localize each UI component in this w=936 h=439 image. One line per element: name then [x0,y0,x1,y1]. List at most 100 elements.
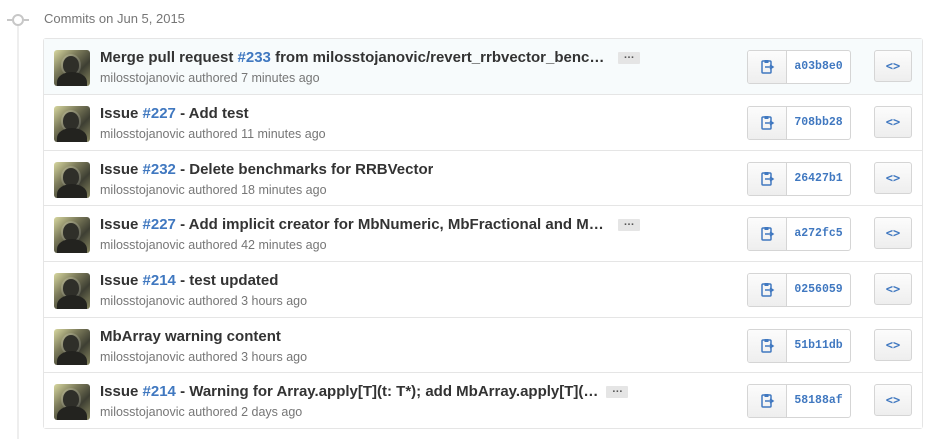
avatar[interactable] [54,50,90,86]
commit-sha-link[interactable]: 58188af [787,385,850,417]
commit-message[interactable]: Issue #227 - Add implicit creator for Mb… [100,216,640,233]
commit-sha-link[interactable]: a272fc5 [787,218,850,250]
browse-files-button[interactable]: <> [874,106,912,138]
commit-author[interactable]: milosstojanovic [100,127,185,141]
avatar-shoulders [57,183,87,198]
code-icon: <> [885,115,901,129]
browse-files-button[interactable]: <> [874,273,912,306]
commit-message[interactable]: Issue #227 - Add test [100,105,249,122]
browse-files-button[interactable]: <> [874,50,912,82]
commit-suffix: - Delete benchmarks for RRBVector [175,160,434,178]
sha-button-group: 0256059 [747,273,851,308]
commit-row: Merge pull request #233 from milosstojan… [44,39,922,94]
issue-link[interactable]: #227 [143,216,176,233]
avatar-shoulders [57,350,87,365]
browse-files-button[interactable]: <> [874,217,912,250]
avatar[interactable] [54,161,90,198]
clipboard-icon [761,60,775,74]
commit-author[interactable]: milosstojanovic [100,183,185,197]
clipboard-icon [761,338,775,353]
sha-button-group: a03b8e0 [747,50,851,84]
commit-sha-link[interactable]: 26427b1 [787,163,850,195]
commit-time: 42 minutes ago [241,238,327,253]
commit-message[interactable]: Issue #214 - test updated [100,272,278,289]
commit-message[interactable]: Issue #214 - Warning for Array.apply[T](… [100,383,629,400]
commit-icon [7,14,29,26]
issue-link[interactable]: #233 [238,49,271,66]
commit-sha-link[interactable]: 51b11db [787,330,850,362]
commit-meta: milosstojanovic authored 3 hours ago [100,350,307,364]
copy-sha-button[interactable] [748,218,787,251]
avatar[interactable] [54,384,90,421]
code-icon: <> [885,170,901,185]
browse-files-button[interactable]: <> [874,328,912,361]
commit-author[interactable]: milosstojanovic [100,238,185,252]
commit-title[interactable]: Issue #214 - test updated [100,272,278,289]
commit-author[interactable]: milosstojanovic [100,405,185,419]
issue-link[interactable]: #214 [143,272,176,289]
commit-meta: milosstojanovic authored 42 minutes ago [100,238,327,252]
commit-row: Issue #232 - Delete benchmarks for RRBVe… [44,149,922,206]
commit-author[interactable]: milosstojanovic [100,350,185,364]
copy-sha-button[interactable] [748,385,787,418]
code-icon: <> [885,393,901,408]
authored-label: authored [184,294,242,309]
issue-link[interactable]: #232 [143,161,176,178]
expand-message-button[interactable]: … [606,383,629,398]
code-icon: <> [885,226,901,241]
commit-time: 3 hours ago [241,349,308,364]
commit-suffix: - Add test [175,105,249,122]
commit-prefix: Issue [100,216,143,234]
avatar[interactable] [54,217,90,254]
commit-meta: milosstojanovic authored 3 hours ago [100,294,307,308]
commit-title[interactable]: Issue #214 - Warning for Array.apply[T](… [100,383,598,400]
copy-sha-button[interactable] [748,51,787,83]
commit-time: 11 minutes ago [241,127,326,141]
authored-label: authored [184,127,242,141]
clipboard-icon [761,171,775,186]
avatar[interactable] [54,328,90,365]
commit-sha-link[interactable]: a03b8e0 [787,51,850,83]
commit-prefix: Issue [100,105,143,122]
code-icon: <> [885,337,901,352]
avatar[interactable] [54,273,90,310]
expand-message-button[interactable]: … [618,216,640,231]
commit-suffix: from milosstojanovic/revert_rrbvector_be… [270,49,610,66]
commit-sha-link[interactable]: 708bb28 [787,107,850,139]
commit-message[interactable]: MbArray warning content [100,328,281,345]
commit-message[interactable]: Issue #232 - Delete benchmarks for RRBVe… [100,161,433,178]
avatar-face [63,167,79,186]
commit-meta: milosstojanovic authored 7 minutes ago [100,71,320,85]
commit-title[interactable]: Issue #232 - Delete benchmarks for RRBVe… [100,161,433,178]
commit-title[interactable]: Issue #227 - Add test [100,105,249,122]
commit-list: Merge pull request #233 from milosstojan… [43,38,923,430]
copy-sha-button[interactable] [748,162,787,195]
commit-message[interactable]: Merge pull request #233 from milosstojan… [100,49,640,66]
copy-sha-button[interactable] [748,274,787,307]
browse-files-button[interactable]: <> [874,384,912,417]
issue-link[interactable]: #227 [143,105,176,122]
sha-button-group: 51b11db [747,328,851,363]
commit-author[interactable]: milosstojanovic [100,294,185,308]
browse-files-button[interactable]: <> [874,161,912,194]
commit-title[interactable]: Issue #227 - Add implicit creator for Mb… [100,216,610,233]
code-icon: <> [885,59,901,73]
code-icon: <> [885,282,901,297]
authored-label: authored [184,71,242,85]
commit-group-title: Commits on Jun 5, 2015 [44,11,185,26]
clipboard-icon [761,227,775,242]
commit-meta: milosstojanovic authored 11 minutes ago [100,127,326,141]
commit-author[interactable]: milosstojanovic [100,71,185,85]
avatar[interactable] [54,106,90,142]
commit-title[interactable]: MbArray warning content [100,328,281,345]
issue-link[interactable]: #214 [143,383,176,400]
commit-prefix: MbArray warning content [100,327,281,345]
expand-message-button[interactable]: … [618,49,640,64]
copy-sha-button[interactable] [748,107,787,139]
commit-row: Issue #227 - Add test milosstojanovic au… [44,94,922,150]
commit-sha-link[interactable]: 0256059 [787,274,850,306]
commit-title[interactable]: Merge pull request #233 from milosstojan… [100,49,610,66]
copy-sha-button[interactable] [748,329,787,362]
authored-label: authored [184,349,242,364]
commit-row: Issue #214 - Warning for Array.apply[T](… [44,372,922,429]
